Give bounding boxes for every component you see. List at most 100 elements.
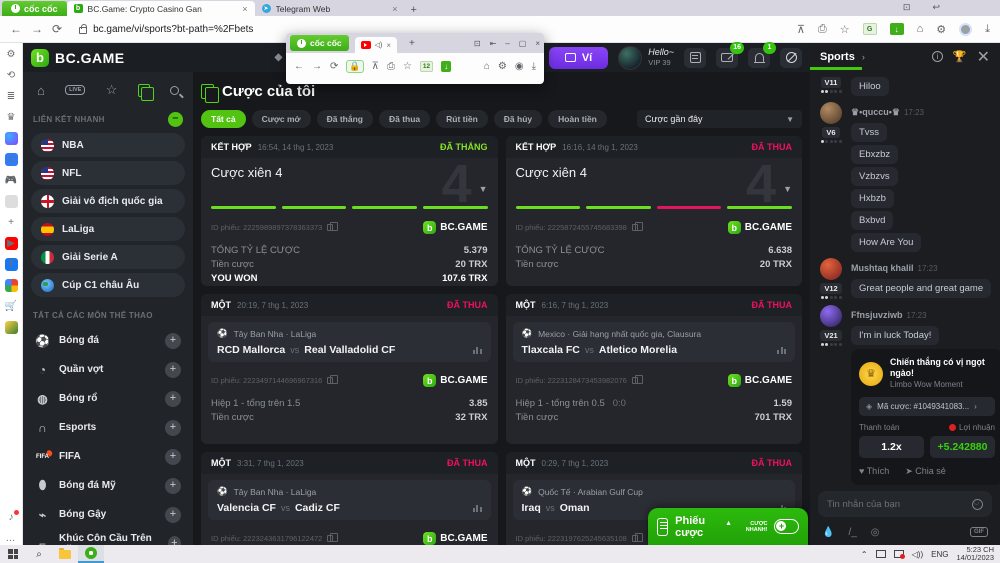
notifications-icon[interactable]: ⌂	[917, 23, 924, 35]
share-icon[interactable]: ⎙	[818, 23, 827, 36]
sidebar-sport-basketball[interactable]: ◍Bóng rổ+	[31, 384, 185, 413]
download-extension-icon[interactable]: ↓	[890, 23, 904, 35]
sidebar-item-seriea[interactable]: Giải Serie A	[31, 245, 185, 269]
quick-bet-toggle[interactable]	[774, 519, 799, 534]
sidebar-item-premier-league[interactable]: Giải vô địch quốc gia	[31, 189, 185, 213]
sidebar-sport-american-football[interactable]: ⬮Bóng đá Mỹ+	[31, 471, 185, 500]
bet-list-button[interactable]	[684, 48, 706, 68]
more-icon[interactable]: …	[5, 532, 18, 545]
slash-command-icon[interactable]: /_	[848, 527, 856, 538]
forward-icon[interactable]: →	[31, 22, 43, 36]
info-icon[interactable]: i	[932, 51, 943, 62]
display-icon[interactable]	[894, 550, 904, 558]
downloads-icon[interactable]: ⤓	[985, 23, 990, 36]
chevron-down-icon[interactable]: ▼	[479, 184, 488, 194]
avatar[interactable]	[820, 102, 842, 124]
trophy-icon[interactable]: 🏆	[953, 50, 967, 63]
tab-bcgame[interactable]: b BC.Game: Crypto Casino Gan ×	[67, 1, 255, 16]
file-explorer-icon[interactable]	[52, 545, 78, 563]
newsfeed-icon[interactable]: ≣	[5, 90, 18, 103]
volume-icon[interactable]: ◁))	[912, 550, 923, 559]
chevron-down-icon[interactable]: ▼	[783, 184, 792, 194]
like-button[interactable]: ♥ Thích	[859, 466, 889, 477]
bet-slip-button[interactable]: Phiếu cược ▲ CƯỢC NHANH!	[648, 508, 808, 545]
filter-open[interactable]: Cược mở	[252, 110, 311, 128]
bcgame-logo[interactable]: b BC.GAME	[31, 49, 125, 67]
chat-toggle-button[interactable]	[780, 48, 802, 68]
tab-search-icon[interactable]: ⊡	[474, 39, 481, 48]
downloads-icon[interactable]: ⤓	[532, 61, 536, 72]
bet-code-link[interactable]: ◈Mã cược: #1049341083...›	[859, 397, 995, 416]
expand-plus-icon[interactable]: +	[168, 536, 181, 546]
maximize-icon[interactable]: ▢	[519, 39, 527, 48]
history-icon[interactable]: ⟲	[5, 69, 18, 82]
new-tab-button[interactable]: +	[411, 4, 417, 16]
minimize-icon[interactable]: –	[505, 39, 509, 48]
coin-tip-icon[interactable]: ◎	[871, 527, 880, 538]
close-chat-icon[interactable]: ✕	[977, 47, 990, 67]
sidebar-sport-tennis[interactable]: ◔Quần vợt+	[31, 355, 185, 384]
sidebar-item-nba[interactable]: NBA	[31, 133, 185, 157]
download-extension-icon[interactable]: ↓	[441, 61, 451, 72]
sidebar-sport-ice-hockey[interactable]: ⌐Khúc Côn Cầu Trên Băng+	[31, 529, 185, 545]
sidebar-sport-esports[interactable]: ∩Esports+	[31, 413, 185, 442]
copy-icon[interactable]	[632, 224, 638, 231]
sidebar-item-nfl[interactable]: NFL	[31, 161, 185, 185]
expand-plus-icon[interactable]: +	[165, 420, 181, 436]
facebook-icon[interactable]: f	[5, 258, 18, 271]
notifications-icon[interactable]: ⌂	[484, 61, 490, 72]
match-box[interactable]: ⚽Tây Ban Nha · LaLiga Valencia CFvsCadiz…	[208, 480, 491, 520]
sidebar-sport-fifa[interactable]: FIFAFIFA+	[31, 442, 185, 471]
shared-win-card[interactable]: ♛ Chiến thắng có vị ngọt ngào!Limbo Wow …	[851, 349, 1000, 485]
messenger-icon[interactable]	[5, 132, 18, 145]
chat-username[interactable]: Mushtaq khalil17:23	[851, 263, 938, 273]
forward-icon[interactable]: →	[312, 61, 322, 72]
gif-icon[interactable]: GIF	[970, 527, 988, 537]
match-box[interactable]: ⚽Mexico · Giải hạng nhất quốc gia, Claus…	[513, 322, 796, 362]
add-shortcut-icon[interactable]: +	[5, 216, 18, 229]
crown-icon[interactable]: ♛	[5, 111, 18, 124]
save-page-icon[interactable]: ⊼	[372, 61, 379, 72]
coccoc-taskbar-icon[interactable]	[78, 545, 104, 563]
copy-icon[interactable]	[327, 377, 333, 384]
sidebar-item-champions-league[interactable]: Cúp C1 châu Âu	[31, 273, 185, 297]
profile-avatar[interactable]: ◉	[515, 61, 524, 72]
settings-gear-icon[interactable]: ⚙	[5, 48, 18, 61]
sidebar-sport-cricket[interactable]: ⌁Bóng Gậy+	[31, 500, 185, 529]
expand-plus-icon[interactable]: +	[165, 507, 181, 523]
send-to-device-icon[interactable]: ⊼	[797, 23, 805, 36]
mini-browser-window[interactable]: cốc cốc ◁)× + ⊡ ⇤ – ▢ × ← → ⟳ 🔒 ⊼ ⎙ ☆ 12…	[286, 33, 544, 84]
bookmark-star-icon[interactable]: ☆	[403, 61, 412, 72]
live-icon[interactable]: LIVE	[65, 85, 85, 95]
filter-canceled[interactable]: Đã hủy	[494, 110, 542, 128]
user-profile[interactable]: Hello~VIP 39	[618, 46, 674, 70]
copy-icon[interactable]	[632, 535, 638, 542]
people-icon[interactable]: ⚙	[936, 23, 946, 36]
home-icon[interactable]: ⌂	[37, 83, 45, 98]
copy-icon[interactable]	[327, 535, 333, 542]
coccoc-menu-button[interactable]: cốc cốc	[290, 35, 349, 51]
expand-plus-icon[interactable]: +	[165, 362, 181, 378]
stats-icon[interactable]	[777, 347, 786, 354]
notifications-button[interactable]: 1	[748, 48, 770, 68]
tray-chevron-icon[interactable]: ⌃	[861, 550, 868, 559]
chevron-right-icon[interactable]: ›	[862, 52, 865, 62]
network-icon[interactable]	[876, 550, 886, 558]
pin-window-icon[interactable]: ⇤	[490, 39, 497, 48]
avatar[interactable]	[820, 305, 842, 327]
extension-icon[interactable]: G	[863, 23, 877, 35]
mail-button[interactable]: 16	[716, 48, 738, 68]
language-indicator[interactable]: ENG	[931, 550, 948, 559]
my-bets-icon[interactable]	[138, 84, 150, 97]
filter-cashout[interactable]: Rút tiền	[436, 110, 488, 128]
youtube-tab[interactable]: ◁)×	[355, 37, 397, 53]
close-tab-icon[interactable]: ×	[392, 4, 397, 14]
youtube-icon[interactable]: ▶	[5, 237, 18, 250]
system-clock[interactable]: 5:23 CH14/01/2023	[956, 546, 994, 562]
favorites-star-icon[interactable]: ☆	[106, 82, 118, 98]
match-box[interactable]: ⚽Tây Ban Nha · LaLiga RCD MallorcavsReal…	[208, 322, 491, 362]
back-icon[interactable]: ←	[10, 22, 22, 36]
chat-message-input[interactable]	[827, 499, 972, 510]
games-icon[interactable]: 🎮	[5, 174, 18, 187]
filter-all[interactable]: Tất cả	[201, 110, 246, 128]
